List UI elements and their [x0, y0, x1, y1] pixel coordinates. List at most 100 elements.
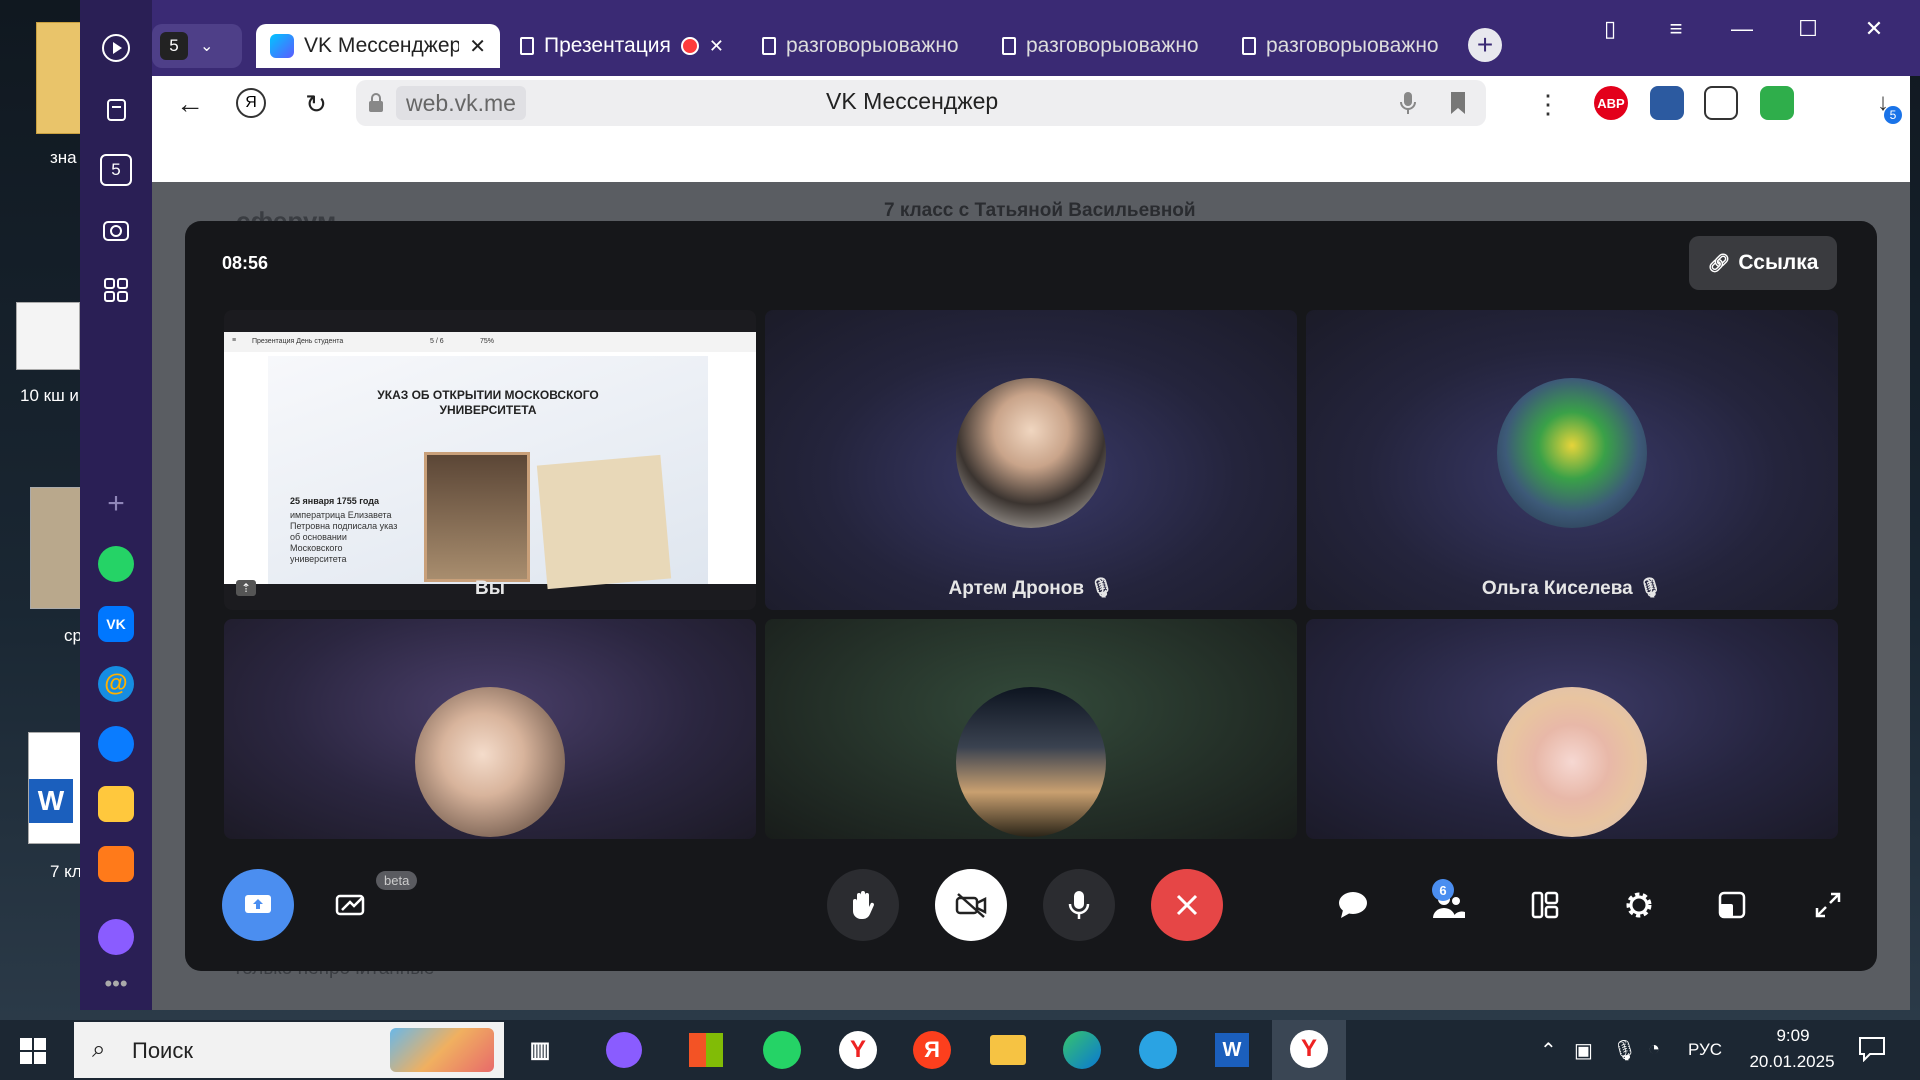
word-taskbar-icon[interactable]: W — [1212, 1030, 1252, 1070]
tray-time[interactable]: 9:09 — [1748, 1026, 1838, 1046]
more-vertical-icon[interactable]: ⋮ — [1535, 86, 1561, 122]
minimize-icon[interactable]: — — [1722, 14, 1762, 44]
camera-off-button[interactable] — [935, 869, 1007, 941]
slide: УКАЗ ОБ ОТКРЫТИИ МОСКОВСКОГО УНИВЕРСИТЕТ… — [268, 356, 708, 590]
tab-group-button[interactable]: 5 ⌄ — [152, 24, 242, 68]
recording-icon — [680, 37, 699, 55]
fullscreen-button[interactable] — [1804, 881, 1852, 929]
mail-envelope-icon[interactable] — [96, 844, 136, 884]
store-icon[interactable] — [686, 1030, 726, 1070]
mic-muted-icon: 🎙︎ — [1089, 578, 1114, 599]
shared-screen: ≡ Презентация День студента 5 / 6 75% УК… — [224, 332, 756, 590]
desktop-icon-document-scan[interactable] — [30, 487, 82, 609]
tray-date[interactable]: 20.01.2025 — [1740, 1052, 1844, 1072]
desktop-icon-folder[interactable] — [36, 22, 82, 134]
document-icon — [520, 37, 534, 55]
video-call-window: 08:56 🔗︎ Ссылка ≡ Презентация День студе… — [185, 221, 1877, 971]
reload-icon[interactable]: ↻ — [298, 86, 334, 122]
call-timer: 08:56 — [222, 253, 269, 273]
vk-icon[interactable]: VK — [96, 604, 136, 644]
close-icon[interactable]: ✕ — [469, 34, 486, 59]
apps-grid-icon[interactable] — [96, 270, 136, 310]
collections-icon[interactable] — [96, 90, 136, 130]
participant-tile[interactable] — [1306, 619, 1838, 839]
messenger-icon[interactable] — [96, 724, 136, 764]
yandex-icon[interactable]: Я — [236, 88, 266, 118]
whiteboard-button[interactable] — [328, 881, 376, 929]
link-button-label: Ссылка — [1738, 251, 1819, 274]
tab-vk-messenger[interactable]: VK Мессенджер ✕ — [256, 24, 500, 68]
bookmark-icon[interactable] — [1448, 90, 1468, 116]
settings-button[interactable] — [1615, 881, 1663, 929]
yandex-icon[interactable]: Я — [912, 1030, 952, 1070]
file-explorer-icon[interactable] — [988, 1030, 1028, 1070]
adblock-icon[interactable]: ABP — [1594, 86, 1628, 120]
link-icon: 🔗︎ — [1707, 252, 1731, 273]
notification-icon[interactable] — [1858, 1036, 1886, 1063]
tray-chevron-up-icon[interactable]: ⌃ — [1540, 1038, 1557, 1063]
raise-hand-button[interactable] — [827, 869, 899, 941]
yandex-browser-icon[interactable]: Y — [838, 1030, 878, 1070]
url-field[interactable]: web.vk.me VK Мессенджер — [356, 80, 1486, 126]
alice-icon[interactable] — [96, 917, 136, 957]
search-icon: ⌕ — [92, 1036, 106, 1063]
tray-network-icon[interactable]: ▣ — [1574, 1038, 1593, 1063]
word-document-icon[interactable]: W — [28, 732, 82, 844]
tab-document[interactable]: разговорыоважном — [1228, 24, 1454, 68]
tab-document[interactable]: разговорыоважном — [748, 24, 974, 68]
slide-heading: УКАЗ ОБ ОТКРЫТИИ МОСКОВСКОГО УНИВЕРСИТЕТ… — [377, 388, 599, 417]
share-screen-button[interactable] — [222, 869, 294, 941]
close-icon[interactable]: ✕ — [709, 36, 724, 57]
taskbar-search[interactable]: ⌕ Поиск — [74, 1022, 504, 1078]
slide-document — [536, 454, 672, 590]
back-icon[interactable]: ← — [172, 86, 208, 122]
tray-language[interactable]: РУС — [1688, 1040, 1722, 1060]
layout-button[interactable] — [1521, 881, 1569, 929]
participant-name: Вы — [475, 578, 505, 599]
participant-tile[interactable] — [765, 619, 1297, 839]
chat-button[interactable] — [1329, 881, 1377, 929]
start-button[interactable] — [20, 1038, 46, 1064]
picture-in-picture-button[interactable] — [1708, 881, 1756, 929]
mail-icon[interactable]: @ — [96, 664, 136, 704]
viewer-page: 5 / 6 — [430, 338, 444, 345]
document-icon — [1242, 37, 1256, 55]
telegram-icon[interactable] — [1138, 1030, 1178, 1070]
menu-icon[interactable]: ≡ — [1656, 14, 1696, 44]
whatsapp-icon[interactable] — [96, 544, 136, 584]
extension-check-icon[interactable] — [1760, 86, 1794, 120]
participant-tile-self[interactable]: ≡ Презентация День студента 5 / 6 75% УК… — [224, 310, 756, 610]
microphone-icon[interactable] — [1396, 90, 1420, 116]
participant-tile[interactable]: Артем Дронов 🎙︎ — [765, 310, 1297, 610]
search-highlight-image — [390, 1028, 494, 1072]
tab-presentation[interactable]: Презентация ✕ — [506, 24, 732, 68]
tab-label: VK Мессенджер — [304, 34, 460, 57]
new-tab-button[interactable]: + — [1468, 28, 1502, 62]
close-window-icon[interactable]: ✕ — [1854, 14, 1894, 44]
screenshot-icon[interactable] — [96, 210, 136, 250]
tab-document[interactable]: разговорыоважном — [988, 24, 1214, 68]
whatsapp-taskbar-icon[interactable] — [762, 1030, 802, 1070]
participant-tile[interactable]: Ольга Киселева 🎙︎ — [1306, 310, 1838, 610]
active-app-highlight[interactable]: Y — [1272, 1020, 1346, 1080]
play-icon[interactable] — [96, 28, 136, 68]
microphone-button[interactable] — [1043, 869, 1115, 941]
edge-icon[interactable] — [1062, 1030, 1102, 1070]
extension-camera-icon[interactable] — [1650, 86, 1684, 120]
task-view-icon[interactable]: ▥ — [520, 1030, 560, 1070]
link-button[interactable]: 🔗︎ Ссылка — [1689, 236, 1837, 290]
maximize-icon[interactable]: ☐ — [1788, 14, 1828, 44]
sidebar-tabs-badge[interactable]: 5 — [96, 150, 136, 190]
downloads-badge: 5 — [1884, 106, 1902, 124]
more-icon[interactable]: ••• — [96, 964, 136, 1004]
tray-microphone-icon[interactable]: 🎙︎ — [1612, 1038, 1637, 1063]
add-icon[interactable]: + — [96, 484, 136, 524]
tray-wifi-icon[interactable]: ◔ — [1648, 1038, 1660, 1061]
end-call-button[interactable] — [1151, 869, 1223, 941]
desktop-icon-spreadsheet[interactable] — [16, 302, 80, 370]
participant-tile[interactable] — [224, 619, 756, 839]
translate-icon[interactable] — [1704, 86, 1738, 120]
alice-taskbar-icon[interactable] — [604, 1030, 644, 1070]
notes-icon[interactable] — [96, 784, 136, 824]
bookmarks-panel-icon[interactable]: ▯ — [1590, 14, 1630, 44]
